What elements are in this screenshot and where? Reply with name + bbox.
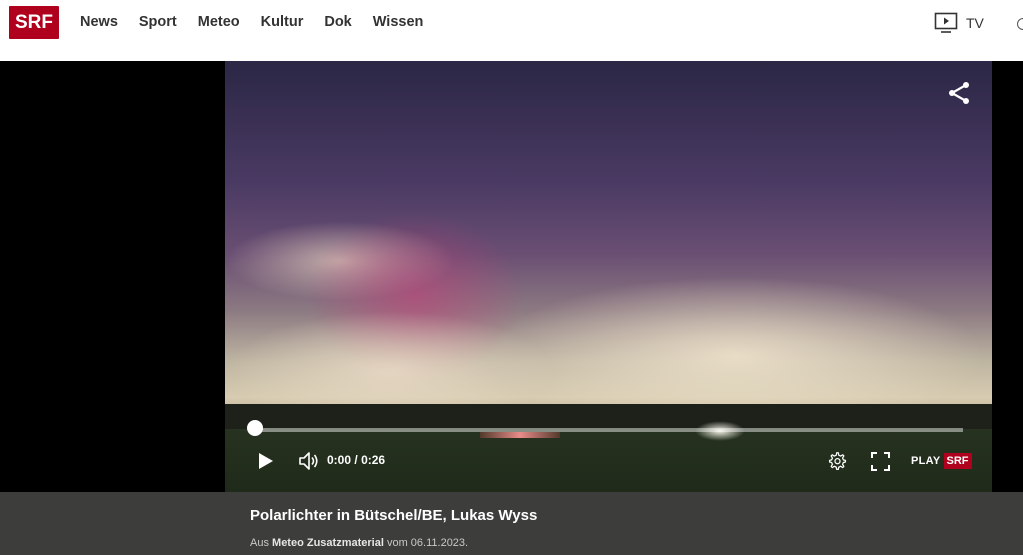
- nav-kultur[interactable]: Kultur: [261, 13, 304, 31]
- meta-prefix: Aus: [250, 537, 269, 549]
- video-player[interactable]: 0:00 / 0:26 PLAY SRF: [225, 61, 992, 492]
- nav-sport[interactable]: Sport: [139, 13, 177, 31]
- search-icon[interactable]: [1017, 18, 1023, 30]
- play-srf-link[interactable]: PLAY SRF: [911, 453, 972, 469]
- meta-source-link[interactable]: Meteo Zusatzmaterial: [272, 537, 384, 549]
- time-display: 0:00 / 0:26: [327, 453, 385, 467]
- nav-meteo[interactable]: Meteo: [198, 13, 240, 31]
- share-icon[interactable]: [947, 81, 971, 105]
- tv-link[interactable]: TV: [934, 12, 984, 34]
- progress-knob[interactable]: [247, 420, 263, 436]
- video-title: Polarlichter in Bütschel/BE, Lukas Wyss: [250, 507, 538, 524]
- nav-dok[interactable]: Dok: [324, 13, 351, 31]
- nav-wissen[interactable]: Wissen: [373, 13, 424, 31]
- video-frame-treeline: [225, 404, 992, 429]
- srf-logo[interactable]: SRF: [9, 6, 59, 39]
- main-nav: News Sport Meteo Kultur Dok Wissen: [80, 13, 444, 31]
- site-header: SRF News Sport Meteo Kultur Dok Wissen T…: [0, 0, 1023, 61]
- current-time: 0:00: [327, 453, 352, 467]
- video-meta: Aus Meteo Zusatzmaterial vom 06.11.2023.: [250, 537, 468, 549]
- settings-icon[interactable]: [828, 452, 847, 471]
- fullscreen-icon[interactable]: [871, 452, 890, 471]
- play-icon[interactable]: [258, 452, 274, 470]
- nav-news[interactable]: News: [80, 13, 118, 31]
- progress-bar[interactable]: [253, 428, 963, 432]
- video-stage: 0:00 / 0:26 PLAY SRF: [0, 61, 1023, 492]
- meta-suffix: vom 06.11.2023.: [386, 537, 469, 549]
- volume-icon[interactable]: [298, 451, 320, 471]
- play-srf-label: PLAY: [911, 455, 941, 467]
- play-srf-badge: SRF: [943, 453, 972, 469]
- tv-label: TV: [966, 15, 984, 31]
- duration: 0:26: [361, 453, 386, 467]
- video-caption: Polarlichter in Bütschel/BE, Lukas Wyss …: [0, 492, 1023, 555]
- tv-icon: [934, 12, 958, 33]
- video-frame-light: [480, 432, 560, 438]
